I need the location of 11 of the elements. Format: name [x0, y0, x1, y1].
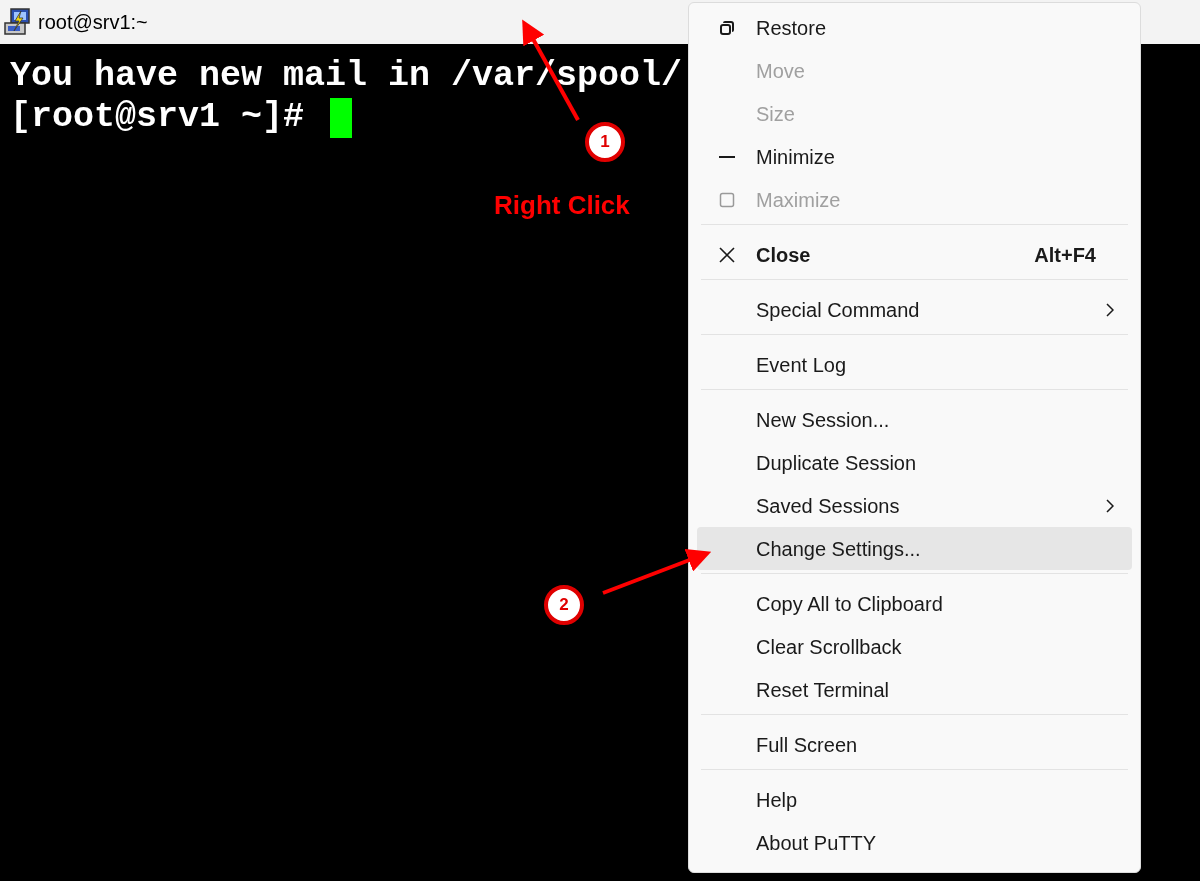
restore-icon [719, 19, 735, 36]
chevron-right-icon [1106, 498, 1114, 513]
shell-prompt: [root@srv1 ~]# [10, 97, 306, 138]
menu-item[interactable]: Change Settings... [697, 527, 1132, 570]
chevron-right-icon [1106, 302, 1114, 317]
annotation-caption: Right Click [494, 189, 630, 222]
shortcut-text: Alt+F4 [1034, 242, 1096, 268]
close-icon [719, 246, 735, 263]
window-title: root@srv1:~ [38, 10, 148, 35]
computer-icon[interactable] [3, 7, 33, 37]
maximize-icon [719, 191, 735, 208]
